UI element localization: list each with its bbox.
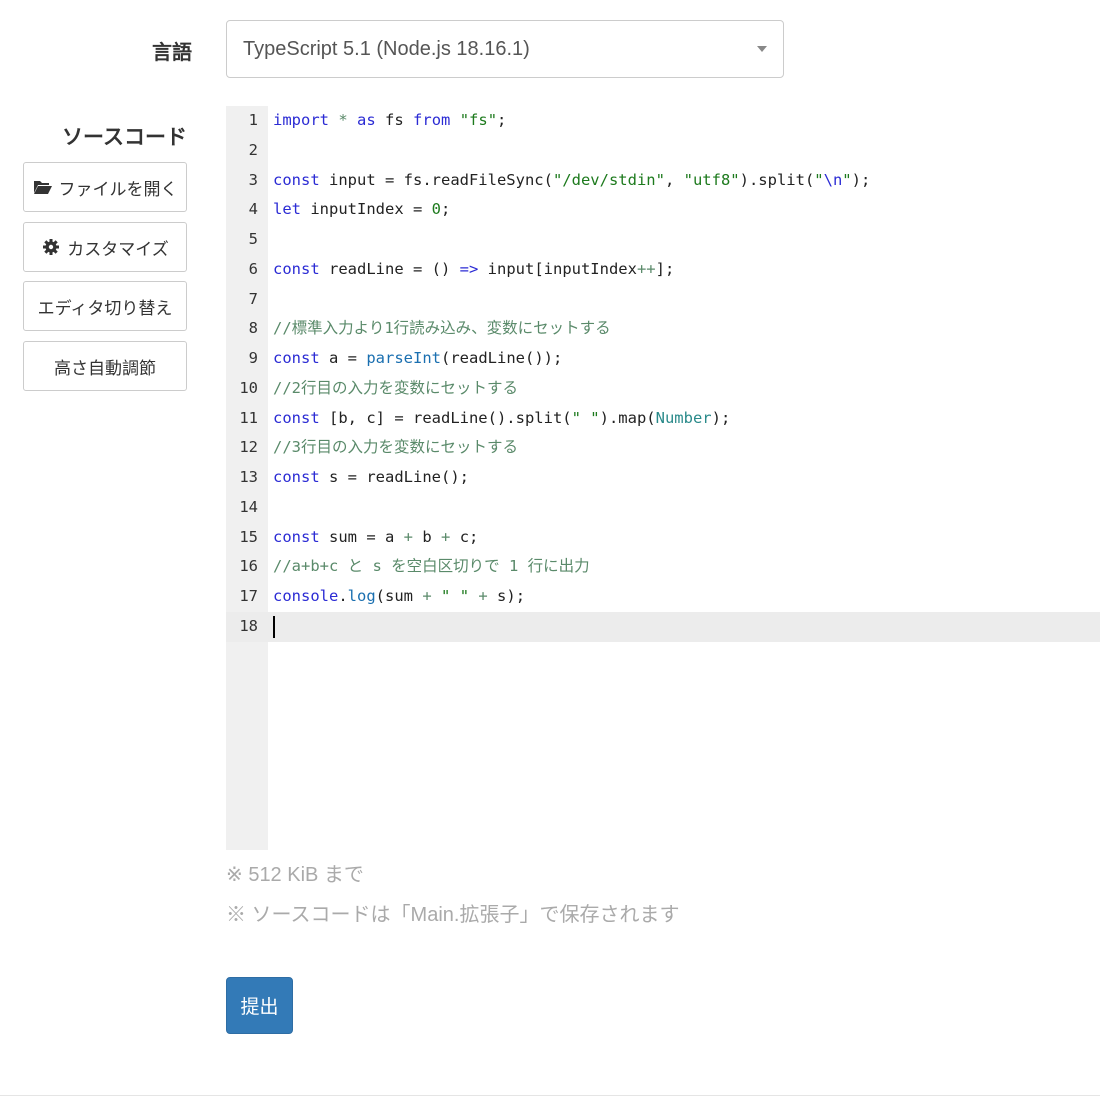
code-text: const input = fs.readFileSync("/dev/stdi… [273, 170, 871, 189]
language-label: 言語 [152, 40, 192, 64]
code-text: //3行目の入力を変数にセットする [273, 438, 518, 457]
line-number: 8 [248, 319, 258, 338]
line-number: 9 [248, 349, 258, 367]
open-file-button[interactable]: ファイルを開く [23, 162, 187, 212]
folder-open-icon [33, 178, 53, 196]
auto-height-button[interactable]: 高さ自動調節 [23, 341, 187, 391]
line-number: 18 [239, 616, 258, 635]
line-number: 17 [239, 587, 258, 605]
code-line[interactable]: 8 //標準入力より1行読み込み、変数にセットする [226, 314, 1100, 344]
code-line[interactable]: 13 const s = readLine(); [226, 463, 1100, 493]
code-text: //a+b+c と s を空白区切りで 1 行に出力 [273, 557, 590, 576]
code-editor[interactable]: 1 import * as fs from "fs"; 2 3 const input … [226, 106, 1100, 850]
code-text: //2行目の入力を変数にセットする [273, 378, 518, 397]
code-text: const a = parseInt(readLine()); [273, 349, 563, 367]
line-number: 3 [248, 170, 258, 189]
caret-down-icon [757, 46, 767, 52]
line-number: 11 [239, 408, 258, 427]
code-line[interactable]: 4 let inputIndex = 0; [226, 195, 1100, 225]
line-number: 2 [248, 140, 258, 159]
code-line[interactable]: 7 [226, 285, 1100, 315]
language-select[interactable]: TypeScript 5.1 (Node.js 18.16.1) [226, 20, 784, 78]
auto-height-label: 高さ自動調節 [54, 358, 156, 379]
code-line[interactable]: 9 const a = parseInt(readLine()); [226, 344, 1100, 374]
code-text: import * as fs from "fs"; [273, 111, 507, 129]
code-line[interactable]: 6 const readLine = () => input[inputIndex… [226, 255, 1100, 285]
code-text: //標準入力より1行読み込み、変数にセットする [273, 319, 611, 338]
line-number: 12 [239, 438, 258, 457]
line-number: 5 [248, 230, 258, 248]
line-number: 13 [239, 468, 258, 486]
code-text: const [b, c] = readLine().split(" ").map… [273, 408, 731, 427]
code-text: const s = readLine(); [273, 468, 469, 486]
open-file-label: ファイルを開く [58, 179, 178, 200]
gear-icon [41, 238, 61, 256]
switch-editor-button[interactable]: エディタ切り替え [23, 281, 187, 331]
code-line[interactable]: 17 console.log(sum + " " + s); [226, 582, 1100, 612]
line-number: 1 [248, 111, 258, 129]
divider [0, 1095, 1100, 1096]
customize-label: カスタマイズ [67, 239, 169, 260]
submit-label: 提出 [240, 996, 279, 1018]
size-limit-note: ※ 512 KiB まで [226, 864, 364, 886]
code-line[interactable]: 18 [226, 611, 1100, 642]
code-line[interactable]: 11 const [b, c] = readLine().split(" ").m… [226, 404, 1100, 434]
text-cursor [273, 615, 275, 638]
filename-note: ※ ソースコードは「Main.拡張子」で保存されます [226, 904, 680, 926]
code-line[interactable]: 3 const input = fs.readFileSync("/dev/std… [226, 166, 1100, 196]
line-number: 10 [239, 378, 258, 397]
code-text: const readLine = () => input[inputIndex+… [273, 259, 675, 278]
line-number: 4 [248, 200, 258, 219]
code-line[interactable]: 12 //3行目の入力を変数にセットする [226, 433, 1100, 463]
line-number: 7 [248, 289, 258, 308]
line-number: 16 [239, 557, 258, 576]
code-line[interactable]: 16 //a+b+c と s を空白区切りで 1 行に出力 [226, 552, 1100, 582]
language-selected-value: TypeScript 5.1 (Node.js 18.16.1) [243, 37, 530, 60]
code-line[interactable]: 1 import * as fs from "fs"; [226, 106, 1100, 136]
code-line[interactable]: 2 [226, 136, 1100, 166]
code-line[interactable]: 15 const sum = a + b + c; [226, 523, 1100, 553]
source-code-label: ソースコード [62, 125, 187, 149]
line-number: 14 [239, 497, 258, 516]
switch-editor-label: エディタ切り替え [37, 298, 173, 319]
code-text: let inputIndex = 0; [273, 200, 451, 219]
code-text: const sum = a + b + c; [273, 527, 479, 546]
code-line[interactable]: 10 //2行目の入力を変数にセットする [226, 374, 1100, 404]
submit-button[interactable]: 提出 [226, 977, 293, 1034]
customize-button[interactable]: カスタマイズ [23, 222, 187, 272]
line-number: 6 [248, 259, 258, 278]
line-number: 15 [239, 527, 258, 546]
code-line[interactable]: 14 [226, 493, 1100, 523]
code-line[interactable]: 5 [226, 225, 1100, 255]
code-text: console.log(sum + " " + s); [273, 587, 526, 605]
